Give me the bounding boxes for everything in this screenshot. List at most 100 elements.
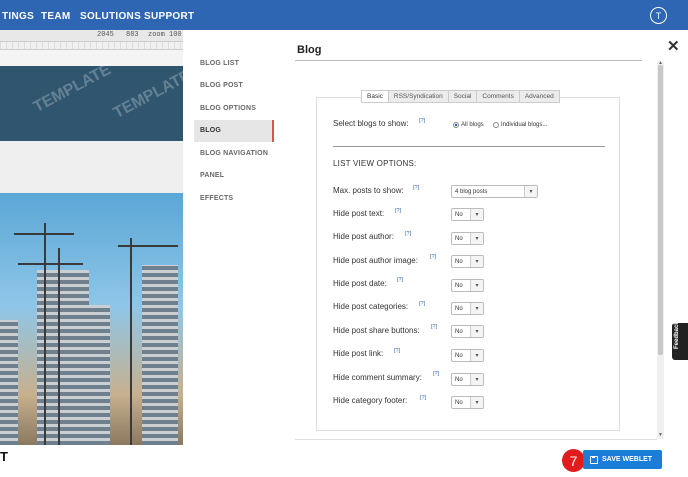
nav-item-solutions[interactable]: SOLUTIONS <box>80 11 141 22</box>
help-icon[interactable]: [?] <box>405 231 411 237</box>
editor-ruler: 2045 883 zoom 100 <box>0 30 183 42</box>
select-value: No <box>455 399 463 406</box>
select-value: No <box>455 258 463 265</box>
hide-category-footer-select[interactable]: No ▾ <box>451 396 484 409</box>
chevron-down-icon: ▾ <box>470 303 483 314</box>
hide-post-author-image-select[interactable]: No ▾ <box>451 255 484 268</box>
help-icon[interactable]: [?] <box>419 301 425 307</box>
tab-comments[interactable]: Comments <box>477 90 520 103</box>
hide-post-categories-select[interactable]: No ▾ <box>451 302 484 315</box>
help-icon[interactable]: [?] <box>419 118 425 124</box>
hide-post-date-label: Hide post date: <box>333 279 387 288</box>
nav-item-settings[interactable]: TINGS <box>2 11 34 22</box>
top-navigation: TINGS TEAM SOLUTIONS SUPPORT T <box>0 0 688 30</box>
sidebar-item-panel[interactable]: PANEL <box>194 165 274 188</box>
avatar[interactable]: T <box>650 7 667 24</box>
nav-item-support[interactable]: SUPPORT <box>144 11 194 22</box>
modal-title: Blog <box>297 44 322 56</box>
radio-all-blogs-label: All blogs <box>461 122 484 128</box>
chevron-down-icon: ▾ <box>470 256 483 267</box>
footer-heading: T <box>0 449 8 464</box>
hide-post-share-buttons-select[interactable]: No ▾ <box>451 325 484 338</box>
hide-post-author-image-label: Hide post author image: <box>333 256 418 265</box>
watermark-text: TEMPLATE <box>30 61 114 117</box>
chevron-down-icon: ▾ <box>470 374 483 385</box>
crane-jib <box>14 233 74 235</box>
crane-mast <box>130 238 132 445</box>
chevron-down-icon: ▾ <box>470 350 483 361</box>
save-weblet-button[interactable]: SAVE WEBLET <box>583 450 662 469</box>
radio-individual-blogs[interactable]: Individual blogs... <box>493 122 547 128</box>
hide-post-link-select[interactable]: No ▾ <box>451 349 484 362</box>
title-divider <box>295 60 642 61</box>
hide-comment-summary-label: Hide comment summary: <box>333 373 422 382</box>
scroll-down-icon[interactable]: ▼ <box>658 432 663 438</box>
select-value: No <box>455 211 463 218</box>
help-icon[interactable]: [?] <box>413 185 419 191</box>
help-icon[interactable]: [?] <box>431 324 437 330</box>
help-icon[interactable]: [?] <box>430 254 436 260</box>
hide-comment-summary-select[interactable]: No ▾ <box>451 373 484 386</box>
sidebar-item-effects[interactable]: EFFECTS <box>194 187 274 210</box>
crane-jib <box>118 245 178 247</box>
sidebar-item-blog[interactable]: BLOG <box>194 119 274 142</box>
hide-post-author-select[interactable]: No ▾ <box>451 232 484 245</box>
step-badge: 7 <box>562 449 585 472</box>
hide-post-link-label: Hide post link: <box>333 349 384 358</box>
select-value: No <box>455 305 463 312</box>
radio-unselected-icon <box>493 122 499 128</box>
radio-all-blogs[interactable]: All blogs <box>453 122 484 128</box>
hide-post-author-label: Hide post author: <box>333 232 394 241</box>
help-icon[interactable]: [?] <box>394 348 400 354</box>
help-icon[interactable]: [?] <box>433 371 439 377</box>
settings-sidebar: BLOG LIST BLOG POST BLOG OPTIONS BLOG BL… <box>194 52 274 210</box>
nav-item-team[interactable]: TEAM <box>41 11 71 22</box>
sidebar-item-blog-navigation[interactable]: BLOG NAVIGATION <box>194 142 274 165</box>
hide-category-footer-label: Hide category footer: <box>333 396 408 405</box>
feedback-label: Feedback <box>674 321 680 349</box>
chevron-down-icon: ▾ <box>470 326 483 337</box>
sidebar-item-blog-options[interactable]: BLOG OPTIONS <box>194 97 274 120</box>
building-shape <box>0 320 18 445</box>
sidebar-item-blog-list[interactable]: BLOG LIST <box>194 52 274 75</box>
section-divider <box>333 146 605 147</box>
select-value: No <box>455 352 463 359</box>
list-view-options-heading: LIST VIEW OPTIONS: <box>333 159 417 168</box>
select-value: No <box>455 282 463 289</box>
save-weblet-label: SAVE WEBLET <box>602 456 653 463</box>
scrollbar-thumb[interactable] <box>658 65 663 355</box>
max-posts-value: 4 blog posts <box>455 188 488 195</box>
chevron-down-icon: ▾ <box>524 186 537 197</box>
help-icon[interactable]: [?] <box>395 208 401 214</box>
help-icon[interactable]: [?] <box>397 277 403 283</box>
crane-jib <box>18 263 83 265</box>
hide-post-text-label: Hide post text: <box>333 209 385 218</box>
chevron-down-icon: ▾ <box>470 209 483 220</box>
hide-post-date-select[interactable]: No ▾ <box>451 279 484 292</box>
footer-divider <box>295 439 657 440</box>
select-value: No <box>455 376 463 383</box>
radio-individual-blogs-label: Individual blogs... <box>501 122 548 128</box>
max-posts-select[interactable]: 4 blog posts ▾ <box>451 185 538 198</box>
hide-post-text-select[interactable]: No ▾ <box>451 208 484 221</box>
tab-social[interactable]: Social <box>448 90 478 103</box>
settings-tabs: Basic RSS/Syndication Social Comments Ad… <box>361 90 560 103</box>
chevron-down-icon: ▾ <box>470 233 483 244</box>
ruler-height: 883 <box>126 31 139 39</box>
editor-canvas: 2045 883 zoom 100 TEMPLATE TEMPLATE T <box>0 30 183 477</box>
crane-mast <box>44 223 46 445</box>
modal-scrollbar[interactable]: ▲ ▼ <box>657 60 664 439</box>
crane-mast <box>58 248 60 445</box>
hero-banner: TEMPLATE TEMPLATE <box>0 61 183 141</box>
feedback-tab[interactable]: Feedback <box>672 321 688 360</box>
tab-rss-syndication[interactable]: RSS/Syndication <box>388 90 449 103</box>
chevron-down-icon: ▾ <box>470 280 483 291</box>
help-icon[interactable]: [?] <box>420 395 426 401</box>
hide-post-categories-label: Hide post categories: <box>333 302 409 311</box>
sidebar-item-blog-post[interactable]: BLOG POST <box>194 75 274 98</box>
close-icon[interactable]: ✕ <box>667 37 680 55</box>
construction-photo <box>0 193 183 445</box>
tab-advanced[interactable]: Advanced <box>519 90 560 103</box>
radio-selected-icon <box>453 122 459 128</box>
tab-basic[interactable]: Basic <box>361 90 389 103</box>
